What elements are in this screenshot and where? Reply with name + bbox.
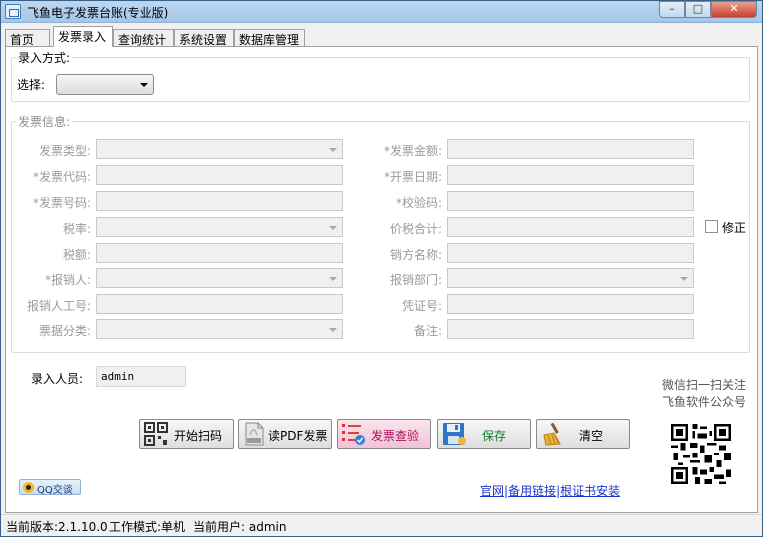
invoice-entry-page: 录入方式: 选择: 发票信息: 发票类型: *发票代码: *发票号码: 税率: [5,46,758,513]
root-cert-install-link[interactable]: 根证书安装 [560,484,620,498]
minimize-button[interactable]: – [659,1,685,18]
entry-method-legend: 录入方式: [16,49,73,66]
chevron-down-icon [329,328,337,332]
chevron-down-icon [140,83,148,87]
tax-amount-field[interactable] [96,243,343,263]
tab-query-stats[interactable]: 查询统计 [113,29,174,47]
start-scan-label: 开始扫码 [174,429,223,443]
invoice-type-label: 发票类型: [38,144,91,158]
check-code-field[interactable] [447,191,694,211]
status-version: 当前版本:2.1.10.0 [6,520,108,534]
claimant-id-label: 报销人工号: [26,299,91,313]
claim-dept-combo[interactable] [447,268,694,288]
invoice-number-label: *发票号码: [32,196,91,210]
bill-category-combo[interactable] [96,319,343,339]
entry-method-select[interactable] [56,74,154,95]
qr-code-icon [144,422,168,446]
qq-chat-button[interactable]: QQ交谈 [19,479,81,496]
checklist-icon [342,424,365,445]
wechat-qr-code [671,424,731,484]
claimant-combo[interactable] [96,268,343,288]
invoice-code-field[interactable] [96,165,343,185]
invoice-info-legend: 发票信息: [16,113,73,130]
clear-label: 清空 [579,429,604,443]
title-bar[interactable]: 飞鱼电子发票台账(专业版) – □ ✕ [1,1,762,23]
tab-database-admin[interactable]: 数据库管理 [234,29,305,47]
save-button[interactable]: 保存 [437,419,531,449]
tab-invoice-entry[interactable]: 发票录入 [53,26,113,47]
operator-label: 录入人员: [31,372,84,386]
chevron-down-icon [329,277,337,281]
qq-chat-label: QQ交谈 [37,485,73,496]
tax-amount-label: 税额: [62,248,91,262]
voucher-no-label: 凭证号: [401,299,442,313]
official-site-link[interactable]: 官网 [480,484,504,498]
tab-system-settings[interactable]: 系统设置 [174,29,234,47]
status-work-mode: 工作模式:单机 [109,520,186,534]
broom-icon [543,422,561,446]
claimant-label: *报销人: [44,273,91,287]
bill-category-label: 票据分类: [38,324,91,338]
close-button[interactable]: ✕ [711,1,757,18]
invoice-type-combo[interactable] [96,139,343,159]
invoice-amount-field[interactable] [447,139,694,159]
save-label: 保存 [482,429,507,443]
backup-link[interactable]: 备用链接 [508,484,556,498]
chevron-down-icon [329,148,337,152]
clear-button[interactable]: 清空 [536,419,630,449]
verify-invoice-button[interactable]: 发票查验 [337,419,431,449]
status-bar: 当前版本:2.1.10.0 工作模式:单机 当前用户: admin [1,514,762,536]
start-scan-button[interactable]: 开始扫码 [139,419,234,449]
pdf-icon [245,422,264,446]
footer-links: 官网|备用链接|根证书安装 [480,482,620,499]
tax-rate-label: 税率: [62,222,91,236]
chevron-down-icon [680,277,688,281]
total-with-tax-label: 价税合计: [389,222,442,236]
invoice-code-label: *发票代码: [32,170,91,184]
claimant-id-field[interactable] [96,294,343,314]
verify-invoice-label: 发票查验 [371,429,420,443]
maximize-button[interactable]: □ [685,1,711,18]
app-window: 飞鱼电子发票台账(专业版) – □ ✕ 首页 发票录入 查询统计 系统设置 数据… [0,0,763,537]
chevron-down-icon [329,226,337,230]
tab-home[interactable]: 首页 [5,29,50,47]
total-with-tax-field[interactable] [447,217,694,237]
wechat-note-line1: 微信扫一扫关注 [661,378,746,392]
read-pdf-label: 读PDF发票 [268,429,328,443]
check-code-label: *校验码: [395,196,442,210]
modify-checkbox-label[interactable]: 修正 [722,219,746,236]
voucher-no-field[interactable] [447,294,694,314]
seller-name-field[interactable] [447,243,694,263]
read-pdf-button[interactable]: 读PDF发票 [238,419,332,449]
wechat-note-line2: 飞鱼软件公众号 [661,395,746,409]
invoice-amount-label: *发票金额: [383,144,442,158]
seller-name-label: 销方名称: [389,248,442,262]
status-current-user: 当前用户: admin [193,520,287,534]
modify-checkbox[interactable] [705,220,718,233]
tax-rate-combo[interactable] [96,217,343,237]
issue-date-label: *开票日期: [383,170,442,184]
app-logo-icon [5,4,21,19]
floppy-disk-icon [443,423,466,445]
remark-label: 备注: [413,324,442,338]
claim-dept-label: 报销部门: [389,273,442,287]
qq-penguin-icon [23,482,34,493]
operator-field[interactable]: admin [96,366,186,387]
select-label: 选择: [17,78,46,92]
invoice-number-field[interactable] [96,191,343,211]
issue-date-field[interactable] [447,165,694,185]
remark-field[interactable] [447,319,694,339]
window-title: 飞鱼电子发票台账(专业版) [27,6,169,20]
